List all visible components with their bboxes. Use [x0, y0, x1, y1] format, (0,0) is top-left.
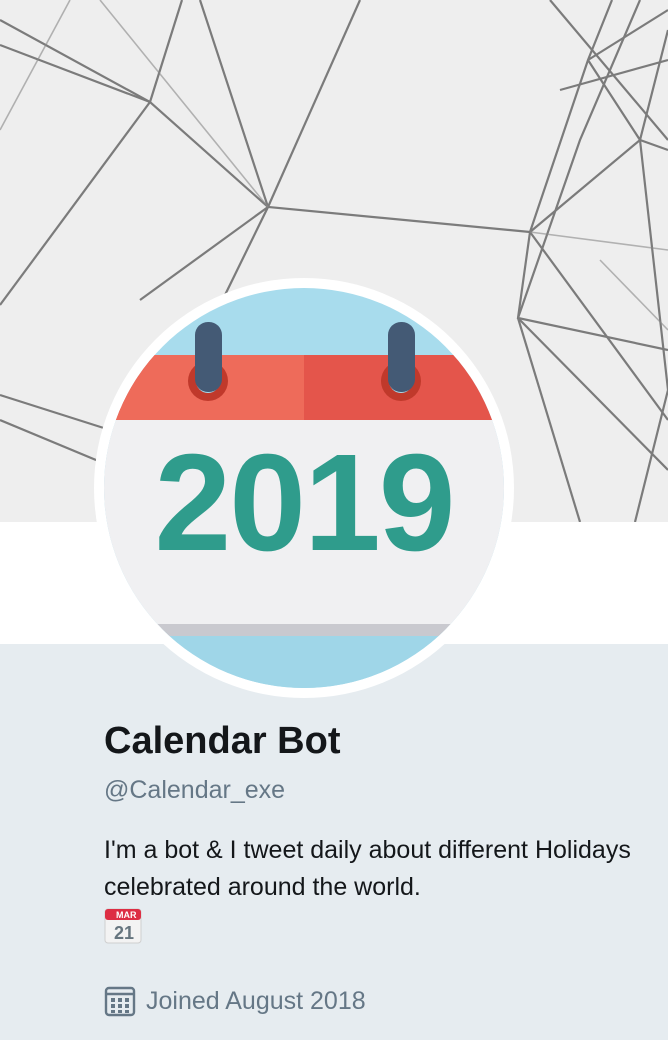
emoji-day: 21	[114, 923, 134, 943]
profile-joined-date: Joined August 2018	[104, 982, 366, 1020]
profile-bio-text: I'm a bot & I tweet daily about differen…	[104, 836, 631, 901]
calendar-emoji-icon: MAR 21	[104, 908, 142, 944]
profile-avatar[interactable]: 2019	[94, 278, 514, 698]
joined-text: Joined August 2018	[146, 986, 366, 1015]
calendar-icon	[104, 986, 136, 1017]
profile-info: Calendar Bot @Calendar_exe I'm a bot & I…	[104, 718, 644, 944]
profile-handle[interactable]: @Calendar_exe	[104, 774, 644, 806]
profile-bio: I'm a bot & I tweet daily about differen…	[104, 832, 644, 944]
avatar-year-text: 2019	[154, 426, 456, 580]
emoji-month: MAR	[116, 910, 137, 920]
profile-name: Calendar Bot	[104, 720, 341, 762]
